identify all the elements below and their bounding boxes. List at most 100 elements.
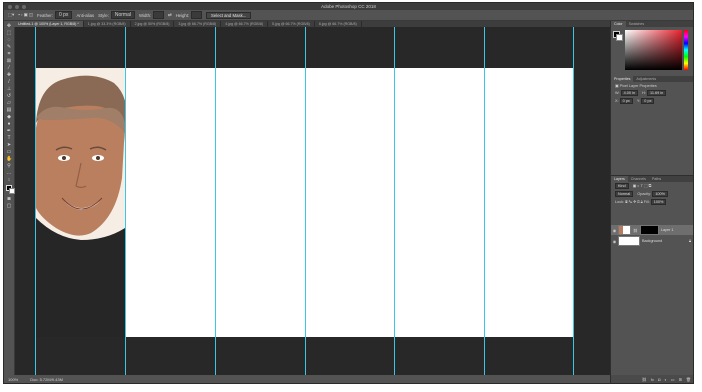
portrait-photo-layer	[36, 68, 125, 337]
tab-color[interactable]: Color	[611, 21, 626, 27]
quick-select-tool-icon[interactable]: ✎	[6, 45, 12, 50]
marquee-tool-icon[interactable]: ⬚▾	[8, 12, 14, 18]
lock-icon[interactable]: ⧈ ✎ ✥ ⊡ 🔒︎	[625, 200, 643, 204]
fill-field[interactable]: 100%	[650, 199, 667, 205]
document-size[interactable]: Doc: 5.72M/9.43M	[30, 377, 63, 382]
antialias-checkbox[interactable]: Anti-alias	[76, 13, 94, 18]
filter-icons[interactable]: ▣ ◐ T ⬚ ⧉	[633, 184, 652, 188]
color-panel-tabs: Color Swatches	[611, 21, 693, 27]
guide-line[interactable]	[573, 27, 574, 377]
fill-label: Fill:	[643, 200, 650, 204]
background-color-swatch[interactable]	[616, 34, 623, 41]
dodge-tool-icon[interactable]: ●	[6, 122, 12, 127]
layer-name[interactable]: Background	[642, 239, 689, 243]
tab-channels[interactable]: Channels	[628, 176, 649, 182]
crop-tool-icon[interactable]: ⌗	[6, 52, 12, 57]
layer-name[interactable]: Layer 1	[661, 228, 674, 232]
fx-icon[interactable]: fx	[651, 377, 654, 382]
path-selection-tool-icon[interactable]: ➤	[6, 143, 12, 148]
blend-mode-select[interactable]: Normal	[615, 191, 634, 197]
link-icon[interactable]: ⛓	[633, 228, 638, 233]
link-icon[interactable]: ⛓	[642, 377, 647, 382]
hue-slider[interactable]	[684, 30, 688, 70]
eye-icon[interactable]: ◉	[611, 239, 618, 244]
adjustment-layer-icon[interactable]: ◐	[664, 377, 666, 382]
pen-tool-icon[interactable]: ✒	[6, 129, 12, 134]
guide-line[interactable]	[484, 27, 485, 377]
layer-row-background[interactable]: ◉ Background 🔒︎	[611, 236, 693, 246]
layer-row-layer-1[interactable]: ◉ ⛓ Layer 1	[611, 225, 693, 235]
swap-colors-icon[interactable]: ↕	[6, 178, 12, 183]
lock-icon[interactable]: 🔒︎	[689, 239, 691, 243]
zoom-level[interactable]: 100%	[8, 377, 18, 382]
type-tool-icon[interactable]: T	[6, 136, 12, 141]
brush-tool-icon[interactable]: /	[6, 80, 12, 85]
gradient-tool-icon[interactable]: ▤	[6, 108, 12, 113]
canvas-area[interactable]	[15, 27, 610, 377]
layer-thumbnail	[618, 236, 640, 246]
swap-icon[interactable]: ⇄	[168, 12, 172, 18]
eyedropper-tool-icon[interactable]: ⁄	[6, 66, 12, 71]
kind-filter-select[interactable]: Kind	[615, 183, 629, 189]
width-label: Width:	[139, 12, 152, 18]
zoom-tool-icon[interactable]: ⚲	[6, 164, 12, 169]
healing-brush-tool-icon[interactable]: ✚	[6, 73, 12, 78]
clone-stamp-tool-icon[interactable]: ⊥	[6, 87, 12, 92]
lock-row: Lock: ⧈ ✎ ✥ ⊡ 🔒︎ Fill: 100%	[611, 198, 693, 206]
h-field[interactable]: 11.69 in	[646, 90, 667, 96]
tab-adjustments[interactable]: Adjustments	[633, 76, 659, 82]
opacity-label: Opacity:	[637, 192, 652, 196]
layers-panel: Layers Channels Paths Kind ▣ ◐ T ⬚ ⧉ Nor…	[611, 175, 693, 383]
color-picker-field[interactable]	[625, 30, 682, 70]
blur-tool-icon[interactable]: ◆	[6, 115, 12, 120]
quick-mask-icon[interactable]: ◙	[6, 197, 12, 202]
history-brush-tool-icon[interactable]: ↺	[6, 94, 12, 99]
selection-mode-icons[interactable]: ▪ ▫ ▣ ◫	[18, 12, 33, 18]
move-tool-icon[interactable]: ✥	[6, 24, 12, 29]
guide-line[interactable]	[125, 27, 126, 377]
status-bar: 100% Doc: 5.72M/9.43M	[4, 375, 610, 383]
rectangle-tool-icon[interactable]: ▭	[6, 150, 12, 155]
new-layer-icon[interactable]: ⊞	[679, 377, 682, 382]
tab-paths[interactable]: Paths	[649, 176, 664, 182]
select-and-mask-button[interactable]: Select and Mask...	[205, 11, 252, 19]
x-field[interactable]: 0 px	[619, 98, 633, 104]
marquee-tool-icon[interactable]: ⬚	[6, 31, 12, 36]
eraser-tool-icon[interactable]: ▱	[6, 101, 12, 106]
lasso-tool-icon[interactable]: ◌	[6, 38, 12, 43]
tab-swatches[interactable]: Swatches	[626, 21, 648, 27]
more-tools-icon[interactable]: …	[6, 171, 12, 176]
layer-mask-thumbnail[interactable]	[639, 225, 659, 235]
height-label: Height:	[175, 12, 190, 18]
guide-line[interactable]	[35, 27, 36, 377]
height-input[interactable]	[191, 11, 202, 19]
eye-icon[interactable]: ◉	[611, 228, 618, 233]
frame-tool-icon[interactable]: ⊠	[6, 59, 12, 64]
w-label: W:	[615, 91, 620, 95]
feather-label: Feather:	[36, 12, 53, 18]
width-input[interactable]	[153, 11, 164, 19]
options-bar: ⬚▾ ▪ ▫ ▣ ◫ Feather: 0 px Anti-alias Styl…	[4, 10, 693, 21]
guide-line[interactable]	[215, 27, 216, 377]
style-select[interactable]: Normal	[110, 11, 135, 19]
guide-line[interactable]	[394, 27, 395, 377]
screen-mode-icon[interactable]: ▢	[6, 204, 12, 209]
layer-filter-row: Kind ▣ ◐ T ⬚ ⧉	[611, 182, 693, 190]
trash-icon[interactable]: 🗑︎	[686, 377, 691, 382]
w-field[interactable]: 4.00 in	[620, 90, 639, 96]
properties-title-text: Pixel Layer Properties	[619, 84, 657, 88]
properties-title: ▣ Pixel Layer Properties	[611, 82, 693, 89]
mask-icon[interactable]: ◘	[658, 377, 660, 382]
tab-properties[interactable]: Properties	[611, 76, 634, 82]
panels-dock: Color Swatches Properties Adjustments ▣ …	[610, 21, 693, 383]
opacity-field[interactable]: 100%	[652, 191, 669, 197]
y-field[interactable]: 0 px	[641, 98, 655, 104]
guide-line[interactable]	[305, 27, 306, 377]
lock-label: Lock:	[615, 200, 625, 204]
group-folder-icon[interactable]: ▭	[671, 377, 675, 382]
layer-thumbnail	[618, 225, 631, 235]
blend-row: Normal Opacity: 100%	[611, 190, 693, 198]
feather-input[interactable]: 0 px	[54, 11, 73, 19]
hand-tool-icon[interactable]: ✋	[6, 157, 12, 162]
tab-layers[interactable]: Layers	[611, 176, 628, 182]
